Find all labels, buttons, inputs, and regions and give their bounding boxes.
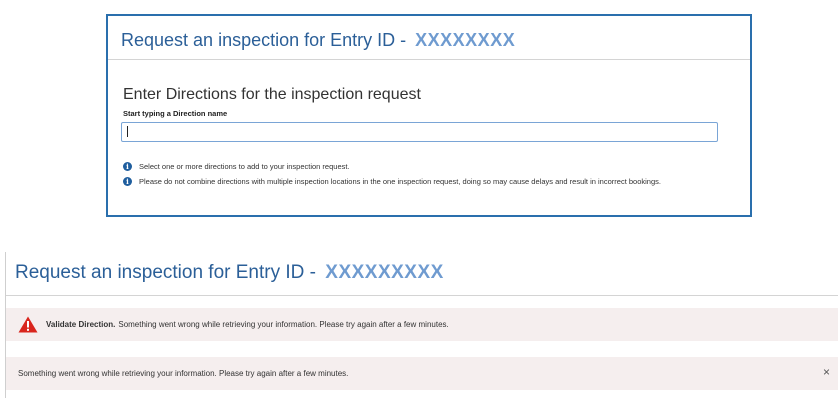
error-alert: Something went wrong while retrieving yo… xyxy=(6,357,838,390)
section-heading: Enter Directions for the inspection requ… xyxy=(123,86,421,103)
info-message: i Select one or more directions to add t… xyxy=(123,162,350,171)
direction-search-input[interactable] xyxy=(121,122,718,142)
warning-label: Validate Direction. xyxy=(46,320,116,329)
page-title: Request an inspection for Entry ID - xyxy=(121,30,407,50)
info-message-text: Please do not combine directions with mu… xyxy=(139,177,661,186)
inspection-request-error-panel: Request an inspection for Entry ID - XXX… xyxy=(5,252,838,398)
info-message: i Please do not combine directions with … xyxy=(123,177,661,186)
warning-triangle-icon xyxy=(18,316,38,333)
entry-id: XXXXXXXX xyxy=(415,30,516,50)
validation-warning-alert: Validate Direction. Something went wrong… xyxy=(6,308,838,341)
direction-field-label: Start typing a Direction name xyxy=(123,109,228,118)
info-message-text: Select one or more directions to add to … xyxy=(139,162,350,171)
info-icon: i xyxy=(123,177,132,186)
close-icon[interactable]: × xyxy=(823,366,830,378)
page-title: Request an inspection for Entry ID - xyxy=(15,262,316,283)
error-message: Something went wrong while retrieving yo… xyxy=(18,369,349,378)
panel-header: Request an inspection for Entry ID - XXX… xyxy=(6,252,838,296)
panel-header: Request an inspection for Entry ID - XXX… xyxy=(108,16,750,60)
inspection-request-panel: Request an inspection for Entry ID - XXX… xyxy=(106,14,752,217)
info-icon: i xyxy=(123,162,132,171)
text-cursor xyxy=(127,126,128,137)
warning-message: Something went wrong while retrieving yo… xyxy=(118,320,449,329)
entry-id: XXXXXXXXX xyxy=(325,262,444,283)
